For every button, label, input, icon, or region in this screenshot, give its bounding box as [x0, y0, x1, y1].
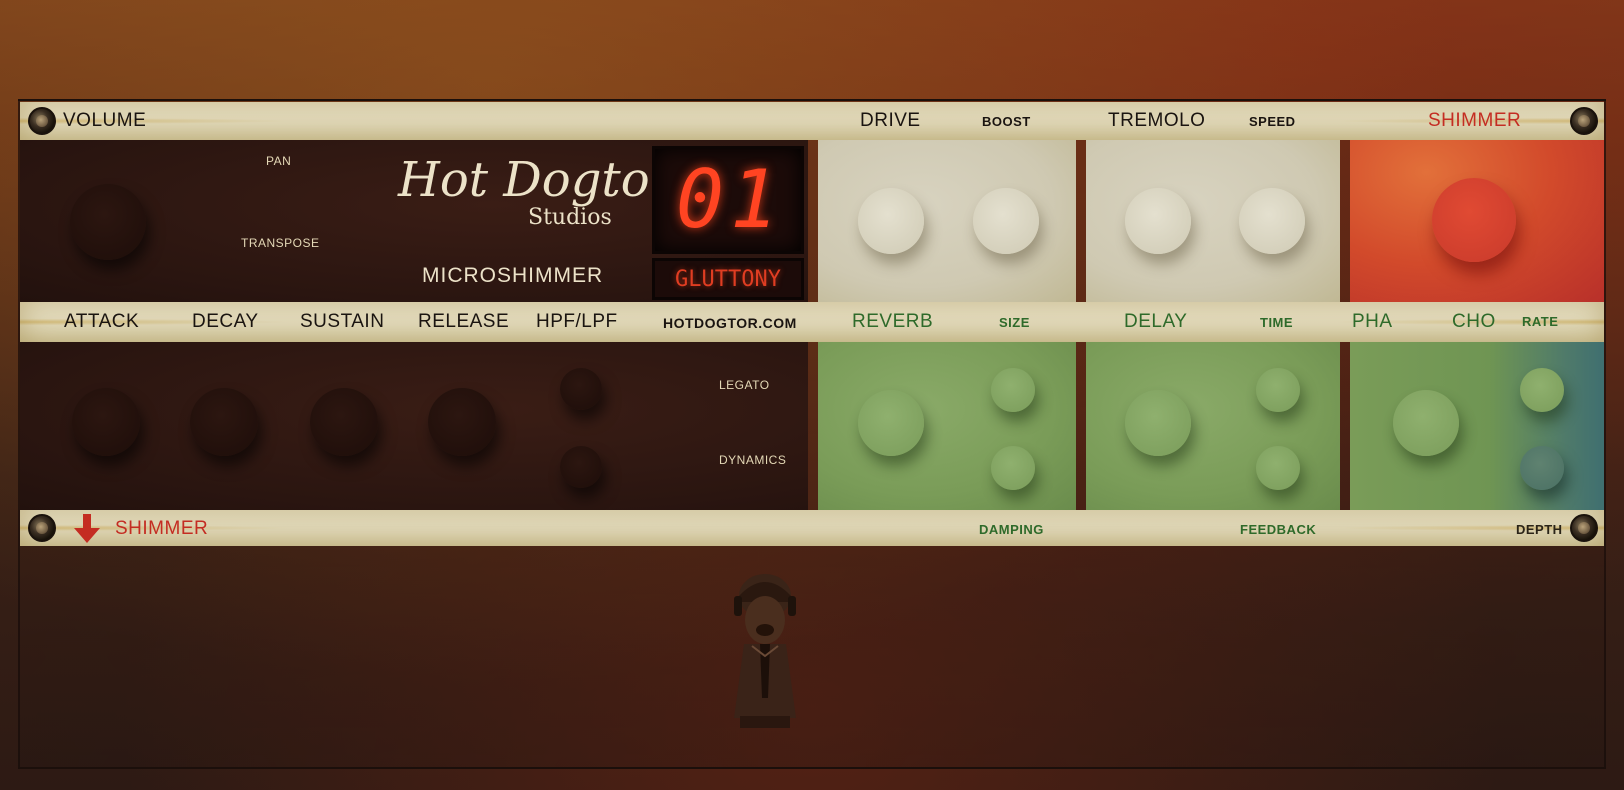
drive-knob[interactable]	[858, 188, 924, 254]
damping-knob[interactable]	[991, 446, 1035, 490]
reverb-knob[interactable]	[858, 390, 924, 456]
filter-label: HPF/LPF	[536, 311, 618, 332]
lpf-knob[interactable]	[560, 446, 602, 488]
product-name: MICROSHIMMER	[422, 264, 604, 287]
drive-label: DRIVE	[860, 110, 921, 131]
arrow-down-icon[interactable]	[73, 512, 101, 544]
boost-label: BOOST	[982, 114, 1031, 129]
damping-label: DAMPING	[979, 522, 1044, 537]
attack-knob[interactable]	[72, 388, 140, 456]
reverb-label: REVERB	[852, 311, 934, 332]
modulation-knob[interactable]	[1393, 390, 1459, 456]
phaser-tab[interactable]: PHA	[1352, 311, 1393, 333]
release-label: RELEASE	[418, 311, 510, 332]
bottom-label-band	[20, 510, 1604, 546]
release-knob[interactable]	[428, 388, 496, 456]
dog-mascot-icon	[722, 568, 808, 732]
volume-label: VOLUME	[63, 110, 147, 131]
shimmer-expand-label[interactable]: SHIMMER	[115, 518, 208, 540]
top-frame-line	[18, 99, 1606, 101]
screw-icon	[1570, 107, 1598, 135]
top-label-band	[20, 102, 1604, 140]
dynamics-label: DYNAMICS	[719, 453, 787, 467]
attack-label: ATTACK	[64, 311, 140, 332]
screw-icon	[28, 107, 56, 135]
hpf-knob[interactable]	[560, 368, 602, 410]
feedback-knob[interactable]	[1256, 446, 1300, 490]
depth-knob[interactable]	[1520, 446, 1564, 490]
preset-number: 01	[675, 153, 785, 246]
decay-label: DECAY	[192, 311, 259, 332]
boost-knob[interactable]	[973, 188, 1039, 254]
shimmer-title-label: SHIMMER	[1428, 110, 1522, 131]
speed-label: SPEED	[1249, 114, 1296, 129]
chorus-tab[interactable]: CHO	[1452, 311, 1496, 333]
brand-logo-sub: Studios	[528, 205, 612, 230]
delay-label: DELAY	[1124, 311, 1188, 332]
rate-label: RATE	[1522, 314, 1559, 329]
delay-knob[interactable]	[1125, 390, 1191, 456]
screw-icon	[28, 514, 56, 542]
sustain-label: SUSTAIN	[300, 311, 385, 332]
speed-knob[interactable]	[1239, 188, 1305, 254]
legato-label: LEGATO	[719, 378, 770, 392]
size-knob[interactable]	[991, 368, 1035, 412]
size-label: SIZE	[999, 315, 1030, 330]
delay-section	[1086, 342, 1340, 510]
shimmer-knob[interactable]	[1432, 178, 1516, 262]
modulation-section	[1350, 342, 1604, 510]
volume-knob[interactable]	[70, 184, 146, 260]
transpose-label: TRANSPOSE	[241, 236, 320, 250]
reverb-section	[818, 342, 1076, 510]
tremolo-label: TREMOLO	[1108, 110, 1206, 131]
pan-label: PAN	[266, 154, 292, 168]
brand-logo: Hot Dogtor	[398, 152, 673, 208]
sustain-knob[interactable]	[310, 388, 378, 456]
tremolo-knob[interactable]	[1125, 188, 1191, 254]
website-link[interactable]: HOTDOGTOR.COM	[663, 315, 797, 331]
time-knob[interactable]	[1256, 368, 1300, 412]
decay-knob[interactable]	[190, 388, 258, 456]
feedback-label: FEEDBACK	[1240, 522, 1317, 537]
bottom-frame-line	[18, 767, 1606, 769]
depth-label: DEPTH	[1516, 522, 1563, 537]
screw-icon	[1570, 514, 1598, 542]
preset-name: GLUTTONY	[675, 267, 781, 292]
rate-knob[interactable]	[1520, 368, 1564, 412]
time-label: TIME	[1260, 315, 1294, 330]
